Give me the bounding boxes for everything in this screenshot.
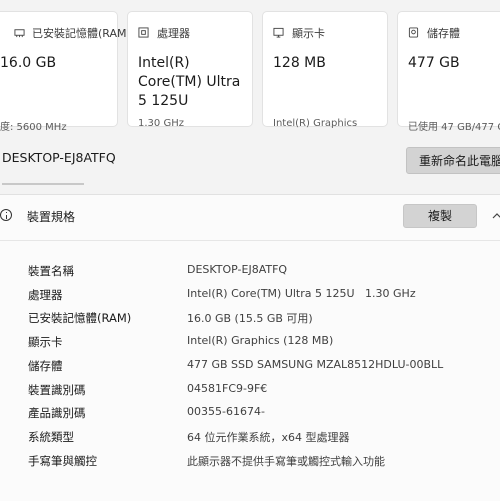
spec-label: 顯示卡 xyxy=(28,335,63,349)
spec-value: Intel(R) Core(TM) Ultra 5 125U 1.30 GHz xyxy=(187,287,416,300)
spec-label: 手寫筆與觸控 xyxy=(28,454,97,468)
card-processor[interactable]: 處理器 Intel(R) Core(TM) Ultra 5 125U 1.30 … xyxy=(127,11,253,129)
spec-row-memory: 已安裝記憶體(RAM) 16.0 GB (15.5 GB 可用) xyxy=(0,310,500,332)
spec-row-storage: 儲存體 477 GB SSD SAMSUNG MZAL8512HDLU-00BL… xyxy=(0,358,500,380)
device-name-underline xyxy=(2,183,84,185)
graphics-card-icon xyxy=(273,27,284,38)
card-storage-label: 儲存體 xyxy=(427,27,460,40)
spec-row-processor: 處理器 Intel(R) Core(TM) Ultra 5 125U 1.30 … xyxy=(0,287,500,309)
spec-row-system-type: 系統類型 64 位元作業系統，x64 型處理器 xyxy=(0,429,500,451)
spec-label: 產品識別碼 xyxy=(28,406,86,420)
card-storage[interactable]: 儲存體 477 GB 已使用 47 GB/477 GB xyxy=(397,11,500,133)
spec-row-product-id: 產品識別碼 00355-61674- xyxy=(0,405,500,427)
spec-value: DESKTOP-EJ8ATFQ xyxy=(187,263,288,276)
card-processor-label: 處理器 xyxy=(157,27,190,40)
specs-title: 裝置規格 xyxy=(27,210,76,224)
spec-value: 04581FC9-9F€ xyxy=(187,382,268,395)
chevron-up-icon[interactable] xyxy=(492,211,500,221)
spec-value: 此顯示器不提供手寫筆或觸控式輸入功能 xyxy=(187,455,385,468)
spec-row-device-name: 裝置名稱 DESKTOP-EJ8ATFQ xyxy=(0,263,500,285)
device-name: DESKTOP-EJ8ATFQ xyxy=(2,150,116,165)
spec-value: 477 GB SSD SAMSUNG MZAL8512HDLU-00BLL xyxy=(187,358,444,371)
spec-value: 00355-61674- xyxy=(187,405,265,418)
device-specs-panel: 裝置規格 複製 裝置名稱 DESKTOP-EJ8ATFQ 處理器 Intel(R… xyxy=(0,194,500,501)
spec-row-pen-touch: 手寫筆與觸控 此顯示器不提供手寫筆或觸控式輸入功能 xyxy=(0,453,500,475)
card-graphics-value: 128 MB xyxy=(273,55,326,71)
card-processor-value: Intel(R) Core(TM) Ultra 5 125U xyxy=(138,55,241,109)
spec-label: 儲存體 xyxy=(28,359,63,373)
card-graphics-label: 顯示卡 xyxy=(292,27,325,40)
processor-icon xyxy=(138,27,149,38)
memory-icon xyxy=(14,29,25,38)
rename-pc-button[interactable]: 重新命名此電腦 xyxy=(406,147,500,174)
card-graphics[interactable]: 顯示卡 128 MB Intel(R) Graphics xyxy=(262,11,388,129)
info-icon xyxy=(0,209,12,221)
spec-row-graphics: 顯示卡 Intel(R) Graphics (128 MB) xyxy=(0,334,500,356)
card-memory-label: 已安裝記憶體(RAM) xyxy=(32,27,131,40)
spec-row-device-id: 裝置識別碼 04581FC9-9F€ xyxy=(0,382,500,404)
spec-label: 裝置識別碼 xyxy=(28,383,86,397)
spec-value: Intel(R) Graphics (128 MB) xyxy=(187,334,334,347)
card-memory[interactable]: 已安裝記憶體(RAM) 16.0 GB 速度: 5600 MHz xyxy=(0,11,131,133)
spec-value: 16.0 GB (15.5 GB 可用) xyxy=(187,312,313,325)
storage-icon xyxy=(408,27,419,38)
card-memory-value: 16.0 GB xyxy=(0,55,57,71)
spec-label: 處理器 xyxy=(28,288,63,302)
spec-label: 裝置名稱 xyxy=(28,264,74,278)
card-storage-value: 477 GB xyxy=(408,55,460,71)
specs-divider xyxy=(0,240,500,241)
copy-button[interactable]: 複製 xyxy=(403,204,477,228)
spec-label: 系統類型 xyxy=(28,430,74,444)
spec-value: 64 位元作業系統，x64 型處理器 xyxy=(187,431,350,444)
spec-label: 已安裝記憶體(RAM) xyxy=(28,311,132,325)
